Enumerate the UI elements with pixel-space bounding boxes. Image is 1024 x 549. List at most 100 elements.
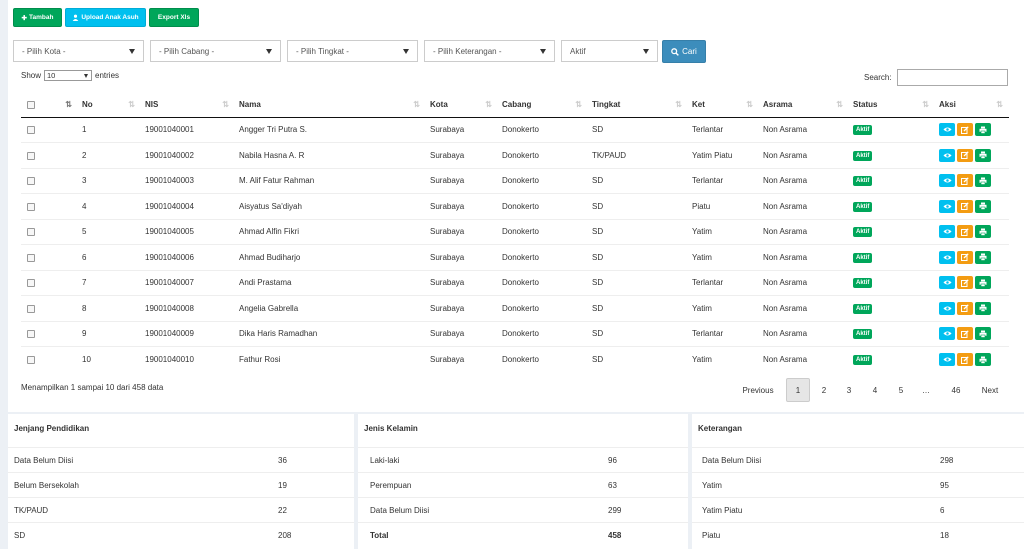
row-select-cell[interactable] [21, 116, 49, 143]
cabang-select[interactable]: - Pilih Cabang - [150, 40, 281, 62]
row-select-cell[interactable] [21, 320, 49, 347]
status-badge: Aktif [853, 252, 873, 263]
header-sort[interactable]: ⇅ [49, 92, 78, 118]
pagination-page-2[interactable]: 2 [812, 378, 836, 402]
row-select-cell[interactable] [21, 269, 49, 296]
print-button[interactable] [975, 250, 991, 264]
row-select-cell[interactable] [21, 295, 49, 321]
row-select-cell[interactable] [21, 218, 49, 245]
tambah-button[interactable]: ✚ Tambah [13, 8, 62, 27]
cell-cabang: Donokerto [498, 244, 588, 270]
edit-button[interactable] [957, 327, 973, 341]
print-button[interactable] [975, 353, 991, 366]
panel-jenjang-pendidikan: Jenjang Pendidikan Data Belum Diisi 36 Be… [8, 414, 354, 549]
cell-kota: Surabaya [426, 295, 498, 321]
print-button[interactable] [975, 123, 991, 137]
table-row: 10 19001040010 Fathur Rosi Surabaya Donokert… [21, 346, 1009, 372]
kota-select[interactable]: - Pilih Kota - [13, 40, 144, 62]
print-button[interactable] [975, 174, 991, 188]
row-select-cell[interactable] [21, 167, 49, 194]
edit-button[interactable] [957, 250, 973, 264]
view-button[interactable] [939, 174, 955, 188]
search-input[interactable] [897, 69, 1008, 86]
sort-icon: ⇅ [485, 100, 492, 109]
row-select-cell[interactable] [21, 142, 49, 168]
view-button[interactable] [939, 276, 955, 290]
cari-label: Cari [682, 47, 697, 56]
row-select-cell[interactable] [21, 244, 49, 270]
header-ket[interactable]: Ket ⇅ [688, 92, 759, 118]
row-checkbox[interactable] [27, 151, 35, 160]
view-button[interactable] [939, 225, 955, 239]
header-nis[interactable]: NIS ⇅ [141, 92, 235, 118]
row-checkbox[interactable] [27, 355, 35, 364]
chevron-down-icon [84, 73, 89, 78]
edit-button[interactable] [957, 148, 973, 162]
header-kota[interactable]: Kota ⇅ [426, 92, 498, 118]
cell-asrama: Non Asrama [759, 269, 849, 296]
row-checkbox[interactable] [27, 228, 35, 237]
tingkat-select[interactable]: - Pilih Tingkat - [287, 40, 418, 62]
view-button[interactable] [939, 148, 955, 162]
row-checkbox[interactable] [27, 279, 35, 288]
pagination-page-5[interactable]: 5 [889, 378, 913, 402]
pagination-page-1[interactable]: 1 [786, 378, 810, 402]
header-asrama[interactable]: Asrama ⇅ [759, 92, 849, 118]
header-cabang[interactable]: Cabang ⇅ [498, 92, 588, 118]
view-button[interactable] [939, 250, 955, 264]
eye-icon [942, 255, 952, 260]
pagination-previous[interactable]: Previous [733, 378, 783, 402]
header-aksi[interactable]: Aksi ⇅ [935, 92, 1009, 118]
print-button[interactable] [975, 199, 991, 213]
row-checkbox[interactable] [27, 202, 35, 211]
view-button[interactable] [939, 353, 955, 366]
row-checkbox[interactable] [27, 253, 35, 262]
header-no[interactable]: No ⇅ [78, 92, 141, 118]
edit-button[interactable] [957, 276, 973, 290]
export-xls-button[interactable]: Export Xls [149, 8, 199, 27]
view-button[interactable] [939, 301, 955, 315]
header-status[interactable]: Status ⇅ [849, 92, 935, 118]
print-button[interactable] [975, 148, 991, 162]
upload-button[interactable]: Upload Anak Asuh [65, 8, 146, 27]
row-select-cell[interactable] [21, 346, 49, 372]
sort-icon: ⇅ [675, 100, 682, 109]
pagination-next[interactable]: Next [975, 378, 1005, 402]
view-button[interactable] [939, 327, 955, 341]
cell-cabang: Donokerto [498, 346, 588, 372]
row-checkbox[interactable] [27, 330, 35, 339]
row-checkbox[interactable] [27, 177, 35, 186]
header-label: Kota [430, 99, 448, 109]
edit-button[interactable] [957, 225, 973, 239]
status-select[interactable]: Aktif [561, 40, 658, 62]
pagination-page-46[interactable]: 46 [942, 378, 970, 402]
header-nama[interactable]: Nama ⇅ [235, 92, 426, 118]
edit-button[interactable] [957, 353, 973, 366]
panel-title: Jenjang Pendidikan [14, 424, 90, 433]
edit-button[interactable] [957, 123, 973, 137]
edit-button[interactable] [957, 174, 973, 188]
edit-button[interactable] [957, 199, 973, 213]
pagination-page-3[interactable]: 3 [837, 378, 861, 402]
row-checkbox[interactable] [27, 304, 35, 313]
pagination-page-4[interactable]: 4 [863, 378, 887, 402]
view-button[interactable] [939, 123, 955, 137]
keterangan-select[interactable]: - Pilih Keterangan - [424, 40, 555, 62]
select-all-checkbox[interactable] [27, 100, 35, 109]
cari-button[interactable]: Cari [662, 40, 706, 63]
row-checkbox[interactable] [27, 126, 35, 135]
header-tingkat[interactable]: Tingkat ⇅ [588, 92, 688, 118]
print-button[interactable] [975, 327, 991, 341]
print-button[interactable] [975, 276, 991, 290]
row-select-cell[interactable] [21, 193, 49, 219]
header-select-all[interactable] [21, 92, 49, 118]
page-number: 46 [951, 385, 961, 395]
edit-button[interactable] [957, 301, 973, 315]
page-length-select[interactable]: 10 [44, 70, 93, 81]
print-button[interactable] [975, 225, 991, 239]
header-label: Ket [692, 99, 705, 109]
cell-nis: 19001040003 [141, 167, 235, 194]
view-button[interactable] [939, 199, 955, 213]
print-button[interactable] [975, 301, 991, 315]
header-label: NIS [145, 99, 159, 109]
